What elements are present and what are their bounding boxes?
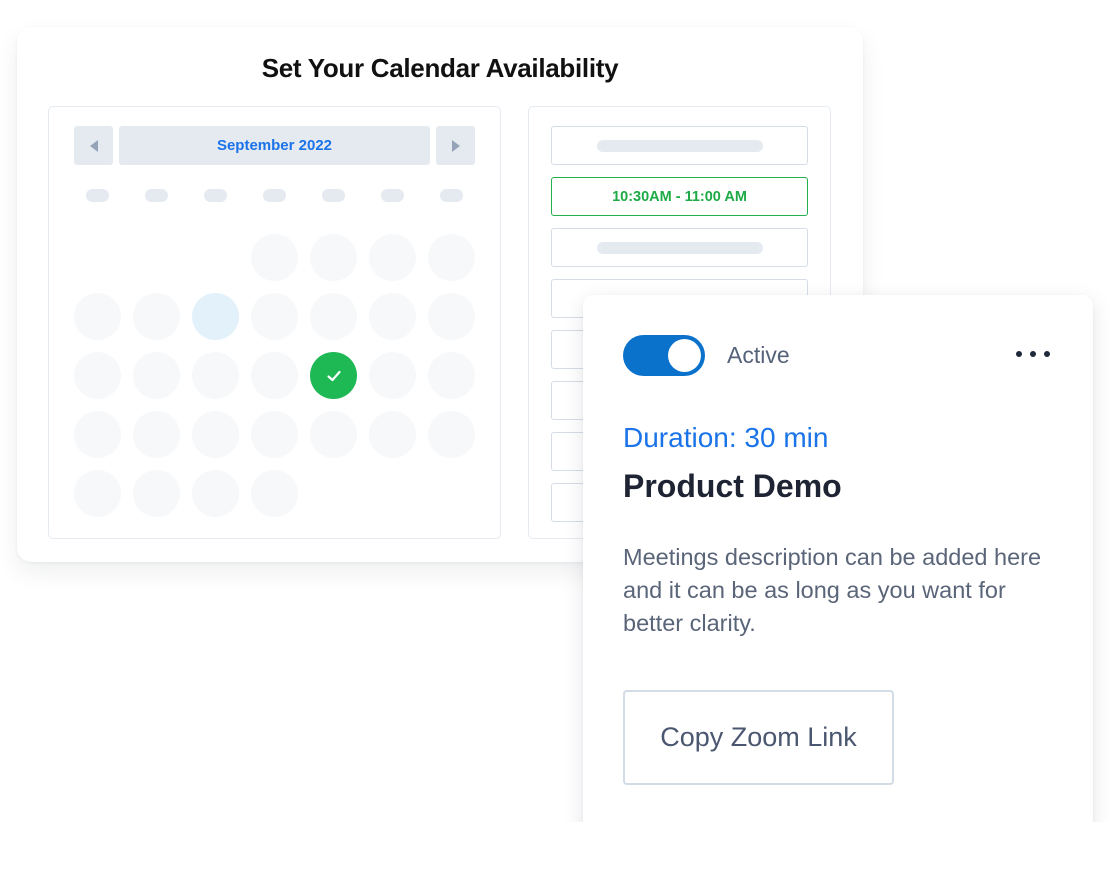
calendar-day[interactable]	[74, 470, 121, 517]
calendar-day[interactable]	[74, 411, 121, 458]
event-description: Meetings description can be added here a…	[623, 544, 1042, 636]
weekday-label-placeholder	[440, 189, 463, 202]
weekday-label-placeholder	[86, 189, 109, 202]
time-slot-selected[interactable]: 10:30AM - 11:00 AM	[551, 177, 808, 216]
time-slot[interactable]	[551, 228, 808, 267]
more-horizontal-icon-dot	[1030, 351, 1036, 357]
triangle-left-icon	[89, 139, 98, 152]
copy-zoom-link-button[interactable]: Copy Zoom Link	[623, 690, 894, 785]
calendar-day-selected[interactable]	[310, 352, 357, 399]
calendar-day[interactable]	[369, 293, 416, 340]
calendar-day[interactable]	[251, 470, 298, 517]
calendar-day[interactable]	[133, 411, 180, 458]
calendar-day[interactable]	[192, 411, 239, 458]
weekday-label-placeholder	[381, 189, 404, 202]
calendar-day[interactable]	[369, 234, 416, 281]
next-month-button[interactable]	[436, 126, 475, 165]
event-card: Active Duration: 30 min Product Demo Mee…	[583, 295, 1093, 855]
calendar-day[interactable]	[369, 411, 416, 458]
page-bottom-mask	[0, 822, 1110, 871]
more-horizontal-icon-dot	[1016, 351, 1022, 357]
calendar-day[interactable]	[369, 352, 416, 399]
calendar-day[interactable]	[192, 470, 239, 517]
calendar-panel: September 2022	[48, 106, 501, 539]
calendar-day[interactable]	[133, 470, 180, 517]
calendar-day[interactable]	[133, 352, 180, 399]
weekday-label-placeholder	[204, 189, 227, 202]
calendar-day[interactable]	[251, 293, 298, 340]
event-duration: Duration: 30 min	[623, 422, 829, 453]
weekday-header	[86, 189, 464, 202]
calendar-day[interactable]	[428, 293, 475, 340]
month-label: September 2022	[119, 126, 430, 165]
time-slot-placeholder-bar	[596, 241, 763, 254]
weekday-label-placeholder	[145, 189, 168, 202]
calendar-day[interactable]	[74, 293, 121, 340]
calendar-day[interactable]	[251, 352, 298, 399]
calendar-day[interactable]	[428, 411, 475, 458]
calendar-day[interactable]	[192, 352, 239, 399]
status-label: Active	[727, 342, 790, 368]
weekday-label-placeholder	[263, 189, 286, 202]
calendar-day[interactable]	[310, 293, 357, 340]
time-slot-placeholder-bar	[596, 139, 763, 152]
card-title: Set Your Calendar Availability	[261, 53, 619, 83]
toggle-knob	[668, 339, 701, 372]
calendar-day[interactable]	[133, 293, 180, 340]
calendar-day[interactable]	[251, 411, 298, 458]
triangle-right-icon	[451, 139, 460, 152]
calendar-day[interactable]	[74, 352, 121, 399]
day-grid	[74, 234, 478, 518]
weekday-label-placeholder	[322, 189, 345, 202]
calendar-day-today[interactable]	[192, 293, 239, 340]
calendar-day[interactable]	[428, 352, 475, 399]
time-slot-label: 10:30AM - 11:00 AM	[612, 188, 747, 205]
time-slot[interactable]	[551, 126, 808, 165]
more-horizontal-icon-dot	[1044, 351, 1050, 357]
active-toggle[interactable]	[623, 335, 705, 376]
event-title: Product Demo	[623, 468, 842, 504]
more-options-button[interactable]	[1013, 343, 1053, 365]
calendar-day[interactable]	[310, 234, 357, 281]
checkmark-icon	[326, 370, 341, 381]
calendar-day[interactable]	[310, 411, 357, 458]
calendar-day[interactable]	[428, 234, 475, 281]
calendar-day[interactable]	[251, 234, 298, 281]
prev-month-button[interactable]	[74, 126, 113, 165]
